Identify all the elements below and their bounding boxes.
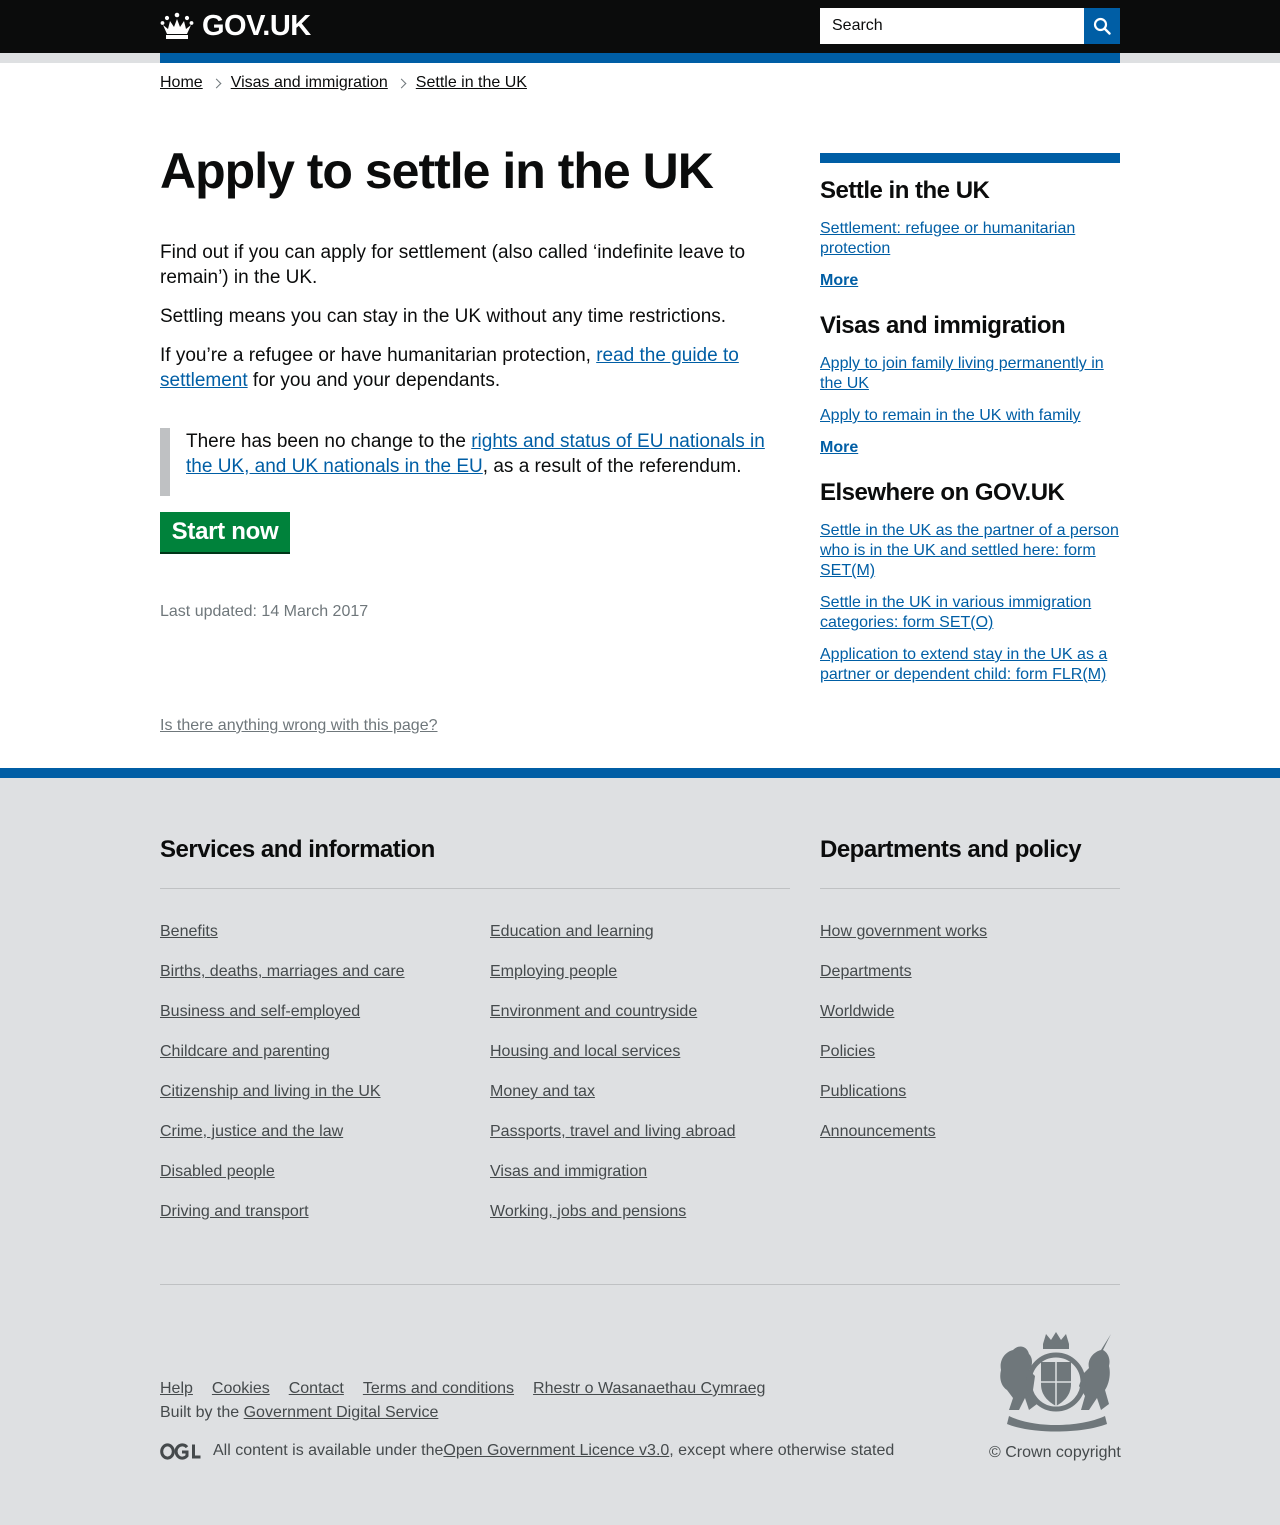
eu-notice: There has been no change to the rights a…: [160, 428, 790, 496]
sidebar-link[interactable]: Settlement: refugee or humanitarian prot…: [820, 220, 1075, 257]
footer-link[interactable]: Publications: [820, 1083, 906, 1100]
licence-notice: All content is available under the Open …: [160, 1442, 894, 1460]
services-heading: Services and information: [160, 836, 435, 863]
divider: [160, 1284, 1120, 1285]
footer-meta-links: Help Cookies Contact Terms and condition…: [160, 1380, 784, 1398]
crown-copyright-link[interactable]: © Crown copyright: [989, 1444, 1121, 1461]
contact-link[interactable]: Contact: [289, 1380, 344, 1398]
services-list-col2: Education and learning Employing people …: [490, 922, 735, 1242]
sidebar-link[interactable]: Settle in the UK in various immigration …: [820, 594, 1091, 631]
footer-link[interactable]: Driving and transport: [160, 1203, 309, 1220]
main-content: Home Visas and immigration Settle in the…: [0, 63, 1280, 768]
sidebar-heading: Elsewhere on GOV.UK: [820, 479, 1065, 506]
footer-link[interactable]: Visas and immigration: [490, 1163, 647, 1180]
footer-link[interactable]: Employing people: [490, 963, 617, 980]
breadcrumb-home[interactable]: Home: [160, 74, 203, 92]
intro-paragraph: If you’re a refugee or have humanitarian…: [160, 345, 739, 391]
help-link[interactable]: Help: [160, 1380, 193, 1398]
footer-link[interactable]: Policies: [820, 1043, 875, 1060]
footer-link[interactable]: Housing and local services: [490, 1043, 680, 1060]
footer-link[interactable]: Departments: [820, 963, 912, 980]
sidebar-heading: Visas and immigration: [820, 312, 1066, 339]
footer-link[interactable]: Births, deaths, marriages and care: [160, 963, 405, 980]
breadcrumb-settle[interactable]: Settle in the UK: [416, 74, 527, 92]
footer-link[interactable]: Working, jobs and pensions: [490, 1203, 686, 1220]
start-now-button[interactable]: Start now: [160, 512, 290, 552]
logo-text: GOV.UK: [202, 9, 311, 42]
chevron-right-icon: [211, 78, 222, 88]
site-header: GOV.UK: [0, 0, 1280, 53]
footer-link[interactable]: Disabled people: [160, 1163, 275, 1180]
footer-link[interactable]: Environment and countryside: [490, 1003, 697, 1020]
footer-link[interactable]: Money and tax: [490, 1083, 595, 1100]
footer-link[interactable]: Benefits: [160, 923, 218, 940]
site-search: [820, 8, 1120, 44]
sidebar-link[interactable]: Apply to remain in the UK with family: [820, 407, 1081, 424]
footer-link[interactable]: Business and self-employed: [160, 1003, 360, 1020]
breadcrumb-visas[interactable]: Visas and immigration: [231, 74, 388, 92]
crown-icon: [160, 12, 194, 39]
related-sidebar: Settle in the UK Settlement: refugee or …: [820, 153, 1120, 697]
site-footer: Services and information Departments and…: [0, 778, 1280, 1525]
sidebar-link[interactable]: Application to extend stay in the UK as …: [820, 646, 1107, 683]
sidebar-list: Settlement: refugee or humanitarian prot…: [820, 219, 1120, 259]
search-icon: [1093, 17, 1111, 35]
departments-list: How government works Departments Worldwi…: [820, 922, 987, 1162]
footer-link[interactable]: Childcare and parenting: [160, 1043, 330, 1060]
intro-paragraph: Find out if you can apply for settlement…: [160, 242, 746, 288]
crown-copyright: © Crown copyright: [989, 1444, 1121, 1462]
royal-coat-of-arms-icon: [1000, 1332, 1111, 1432]
built-by: Built by the Government Digital Service: [160, 1404, 439, 1421]
services-list-col1: Benefits Births, deaths, marriages and c…: [160, 922, 405, 1242]
intro-text: Find out if you can apply for settlement…: [160, 240, 780, 407]
divider: [160, 888, 790, 889]
sidebar-heading: Settle in the UK: [820, 177, 990, 204]
sidebar-more-link[interactable]: More: [820, 271, 1120, 291]
cookies-link[interactable]: Cookies: [212, 1380, 270, 1398]
welsh-services-link[interactable]: Rhestr o Wasanaethau Cymraeg: [533, 1380, 765, 1398]
ogl-logo-icon: [160, 1442, 201, 1460]
search-button[interactable]: [1084, 8, 1120, 44]
terms-link[interactable]: Terms and conditions: [363, 1380, 514, 1398]
footer-link[interactable]: Citizenship and living in the UK: [160, 1083, 381, 1100]
sidebar-link[interactable]: Apply to join family living permanently …: [820, 355, 1104, 392]
footer-link[interactable]: Announcements: [820, 1123, 936, 1140]
footer-link[interactable]: How government works: [820, 923, 987, 940]
search-input[interactable]: [820, 8, 1084, 44]
header-blue-bar: [160, 53, 1120, 63]
govuk-logo-link[interactable]: GOV.UK: [160, 10, 311, 42]
breadcrumb: Home Visas and immigration Settle in the…: [160, 74, 527, 92]
sidebar-list: Apply to join family living permanently …: [820, 354, 1120, 426]
report-problem-link[interactable]: Is there anything wrong with this page?: [160, 717, 438, 735]
departments-heading: Departments and policy: [820, 836, 1082, 863]
gds-link[interactable]: Government Digital Service: [244, 1404, 439, 1421]
footer-link[interactable]: Passports, travel and living abroad: [490, 1123, 735, 1140]
footer-blue-bar: [0, 768, 1280, 778]
sidebar-more-link[interactable]: More: [820, 438, 1120, 458]
divider: [820, 888, 1120, 889]
ogl-link[interactable]: Open Government Licence v3.0: [443, 1442, 669, 1460]
sidebar-link[interactable]: Settle in the UK as the partner of a per…: [820, 522, 1119, 579]
sidebar-list: Settle in the UK as the partner of a per…: [820, 521, 1120, 685]
footer-link[interactable]: Crime, justice and the law: [160, 1123, 343, 1140]
chevron-right-icon: [396, 78, 407, 88]
footer-link[interactable]: Worldwide: [820, 1003, 894, 1020]
last-updated: Last updated: 14 March 2017: [160, 603, 369, 620]
intro-paragraph: Settling means you can stay in the UK wi…: [160, 306, 727, 327]
footer-link[interactable]: Education and learning: [490, 923, 654, 940]
page-title: Apply to settle in the UK: [160, 143, 714, 199]
